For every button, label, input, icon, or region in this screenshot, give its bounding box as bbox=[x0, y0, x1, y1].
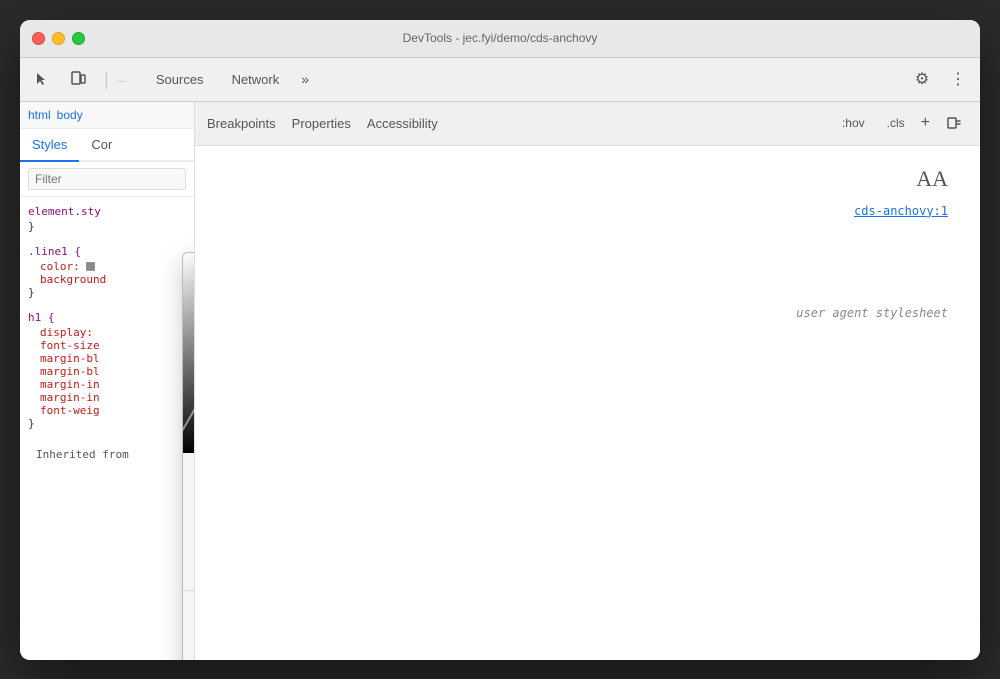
css-prop-margin1: margin-bl bbox=[28, 352, 186, 365]
styles-tabs: Styles Cor bbox=[20, 129, 194, 162]
devtools-body: | ... Sources Network » ⚙ ⋮ html bbox=[20, 58, 980, 660]
cls-button[interactable]: .cls bbox=[881, 113, 911, 133]
color-canvas[interactable] bbox=[183, 253, 195, 453]
add-rule-button[interactable]: + bbox=[921, 114, 930, 132]
right-content: AA cds-anchovy:1 user agent stylesheet bbox=[195, 146, 980, 660]
tab-accessibility[interactable]: Accessibility bbox=[367, 112, 438, 135]
tab-network[interactable]: Network bbox=[218, 64, 294, 95]
color-swatch[interactable] bbox=[86, 262, 95, 271]
traffic-lights bbox=[32, 32, 85, 45]
user-agent-label: user agent stylesheet bbox=[211, 302, 964, 324]
css-prop-marginin2: margin-in bbox=[28, 391, 186, 404]
device-icon[interactable] bbox=[64, 65, 92, 93]
font-aa-label: AA bbox=[916, 166, 948, 192]
inherited-label: Inherited from bbox=[28, 442, 186, 467]
breadcrumb-body[interactable]: body bbox=[57, 108, 83, 122]
devtools-window: DevTools - jec.fyi/demo/cds-anchovy | ..… bbox=[20, 20, 980, 660]
cursor-icon[interactable] bbox=[28, 65, 56, 93]
canvas-background bbox=[183, 253, 195, 453]
css-prop-background: background bbox=[28, 273, 186, 286]
filter-input[interactable] bbox=[28, 168, 186, 190]
css-selector-h1: h1 { bbox=[28, 311, 186, 324]
right-tools: :hov .cls + bbox=[836, 109, 968, 137]
css-prop-margin2: margin-bl bbox=[28, 365, 186, 378]
css-rule-h1: h1 { display: font-size margin-bl margin… bbox=[28, 311, 186, 430]
breadcrumb: html body bbox=[20, 102, 194, 129]
hov-button[interactable]: :hov bbox=[836, 113, 871, 133]
picker-controls: #a9a9a9 HEX ▲ ▼ bbox=[183, 453, 195, 590]
left-panel: html body Styles Cor element.sty } . bbox=[20, 102, 195, 660]
title-bar: DevTools - jec.fyi/demo/cds-anchovy bbox=[20, 20, 980, 58]
filter-bar bbox=[20, 162, 194, 197]
nav-tabs: Sources Network » bbox=[142, 64, 908, 95]
main-content: html body Styles Cor element.sty } . bbox=[20, 102, 980, 660]
css-selector: element.sty bbox=[28, 205, 186, 218]
nav-more[interactable]: » bbox=[293, 67, 317, 91]
top-bar-icons: | ... bbox=[28, 65, 126, 93]
css-prop-marginin1: margin-in bbox=[28, 378, 186, 391]
css-rule-element: element.sty } bbox=[28, 205, 186, 233]
css-prop-color: color: bbox=[28, 260, 186, 273]
right-top-bar: Breakpoints Properties Accessibility :ho… bbox=[195, 102, 980, 146]
maximize-button[interactable] bbox=[72, 32, 85, 45]
font-size-display: AA bbox=[211, 158, 964, 200]
right-panel: Breakpoints Properties Accessibility :ho… bbox=[195, 102, 980, 660]
close-button[interactable] bbox=[32, 32, 45, 45]
tab-breakpoints[interactable]: Breakpoints bbox=[207, 112, 276, 135]
css-rules: element.sty } .line1 { color: background… bbox=[20, 197, 194, 660]
css-selector-line1: .line1 { bbox=[28, 245, 186, 258]
tab-styles[interactable]: Styles bbox=[20, 129, 79, 162]
top-bar: | ... Sources Network » ⚙ ⋮ bbox=[20, 58, 980, 102]
tab-computed[interactable]: Cor bbox=[79, 129, 124, 162]
color-picker-popup: #a9a9a9 HEX ▲ ▼ bbox=[182, 252, 195, 660]
settings-icon[interactable]: ⚙ bbox=[908, 65, 936, 93]
minimize-button[interactable] bbox=[52, 32, 65, 45]
more-options-icon[interactable]: ⋮ bbox=[944, 65, 972, 93]
tab-sources[interactable]: Sources bbox=[142, 64, 218, 95]
css-prop-fontsize: font-size bbox=[28, 339, 186, 352]
breadcrumb-html[interactable]: html bbox=[28, 108, 51, 122]
new-style-rule-icon[interactable] bbox=[940, 109, 968, 137]
source-link[interactable]: cds-anchovy:1 bbox=[211, 200, 964, 222]
css-prop-display: display: bbox=[28, 326, 186, 339]
css-rule-line1: .line1 { color: background } bbox=[28, 245, 186, 299]
spacer bbox=[211, 222, 964, 302]
nav-right: ⚙ ⋮ bbox=[908, 65, 972, 93]
window-title: DevTools - jec.fyi/demo/cds-anchovy bbox=[403, 31, 598, 45]
tab-properties[interactable]: Properties bbox=[292, 112, 351, 135]
css-prop-fontweight: font-weig bbox=[28, 404, 186, 417]
contrast-section: Contrast ratio 27.05% 🚫 ∧ APCA: 50.00% 🚫 bbox=[183, 590, 195, 660]
